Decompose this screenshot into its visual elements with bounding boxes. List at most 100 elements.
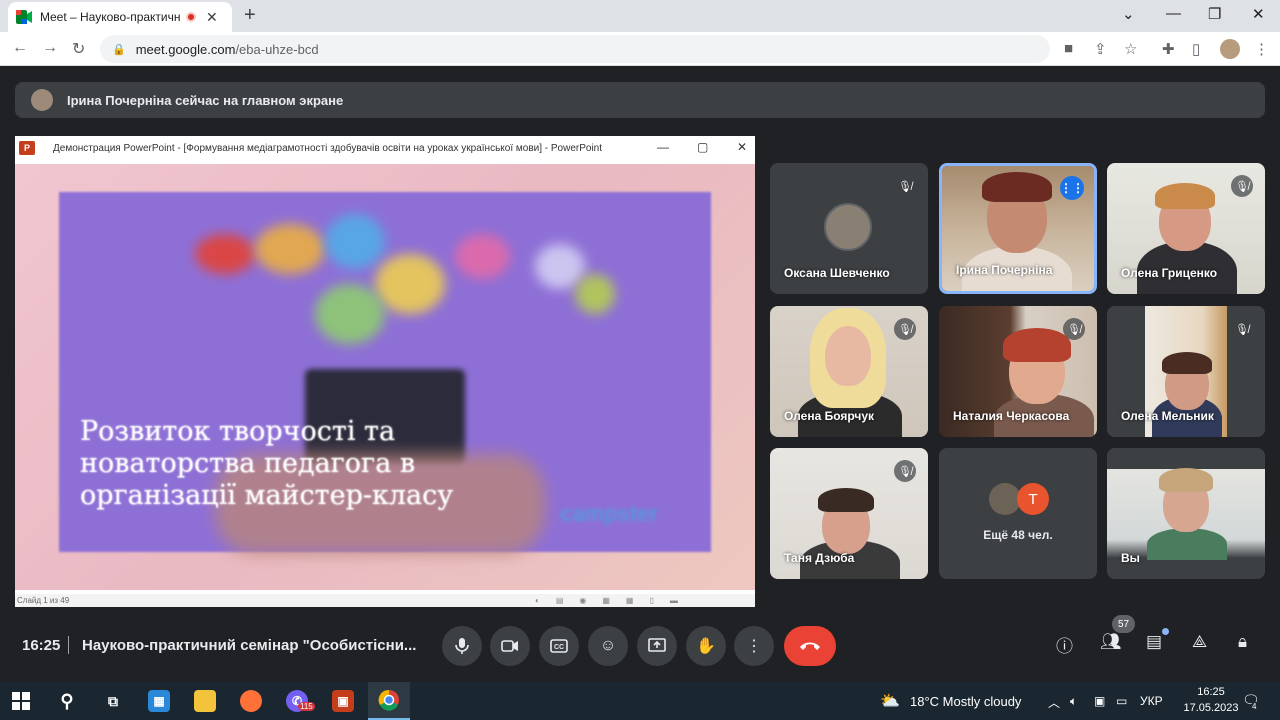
paint-splash (315, 284, 385, 344)
ppt-minimize-icon: — (657, 140, 669, 154)
participant-name: Оксана Шевченко (784, 266, 890, 280)
camera-in-use-icon[interactable]: ■ (1064, 40, 1073, 57)
ppt-close-icon: ✕ (737, 140, 748, 154)
presentation-stream[interactable]: P Демонстрация PowerPoint - [Формування … (15, 136, 755, 607)
more-vert-icon: ⋮ (746, 638, 762, 655)
activities-icon[interactable]: ⟁ (1192, 632, 1207, 652)
battery-icon[interactable]: ▭ (1116, 694, 1127, 708)
meeting-details-icon[interactable]: ⓘ (1056, 632, 1073, 657)
participant-tile[interactable]: 🎙︎̸ Наталия Черкасова (939, 306, 1097, 437)
leave-call-button[interactable] (784, 626, 836, 666)
system-date[interactable]: 17.05.2023 (1178, 702, 1244, 714)
participant-tile[interactable]: 🎙︎̸ Олена Гриценко (1107, 163, 1265, 294)
weather-widget[interactable]: 18°C Mostly cloudy (910, 694, 1021, 709)
participant-name: Вы (1121, 551, 1140, 565)
bookmark-star-icon[interactable]: ☆ (1124, 40, 1137, 58)
chat-icon[interactable]: ▤ (1146, 632, 1162, 652)
participant-tile[interactable]: 🎙︎̸ Олена Боярчук (770, 306, 928, 437)
tab-search-icon[interactable]: ⌄ (1122, 5, 1135, 23)
tray-chevron-icon[interactable]: ︿ (1048, 694, 1060, 711)
paint-splash (575, 274, 615, 314)
participant-avatar: T (1017, 483, 1049, 515)
address-bar[interactable]: 🔒 meet.google.com/eba-uhze-bcd (100, 35, 1050, 63)
windows-taskbar: ⚲ ⧉ ▦ ✆ 115 ▣ (0, 682, 1280, 720)
participant-tile[interactable]: 🎙︎̸ Олена Мельник (1107, 306, 1265, 437)
participant-tile[interactable]: 🎙︎̸ Таня Дзюба (770, 448, 928, 579)
more-options-button[interactable]: ⋮ (734, 626, 774, 666)
network-icon[interactable]: ▣ (1094, 694, 1105, 708)
camera-icon (501, 640, 518, 652)
view-buttons-icon: ◐▤◉▦▦▯▬ (535, 596, 694, 605)
participant-name: Наталия Черкасова (953, 409, 1070, 423)
chrome-taskbar-button[interactable] (368, 682, 410, 720)
window-minimize-button[interactable]: — (1166, 5, 1181, 22)
weather-cloud-icon: ⛅ (880, 693, 900, 710)
paint-splash (375, 254, 445, 314)
more-participants-tile[interactable]: T Ещё 48 чел. (939, 448, 1097, 579)
viber-badge: 115 (298, 702, 315, 711)
mic-off-icon: 🎙︎̸ (894, 175, 916, 197)
camera-button[interactable] (490, 626, 530, 666)
host-controls-icon[interactable]: 🔒︎ (1238, 632, 1247, 652)
slide-brand-logo: campster (560, 501, 658, 526)
ppt-maximize-icon: ▢ (697, 140, 709, 154)
profile-avatar[interactable] (1220, 39, 1240, 59)
participant-hair (818, 488, 874, 512)
powerpoint-taskbar-button[interactable]: ▣ (322, 682, 364, 720)
slide-heading-line: Розвиток творчості та (80, 416, 396, 447)
reactions-button[interactable]: ☺ (588, 626, 628, 666)
url-path: /eba-uhze-bcd (235, 41, 319, 57)
extensions-icon[interactable]: ✚ (1162, 40, 1175, 58)
file-explorer-button[interactable] (184, 682, 226, 720)
task-view-button[interactable]: ⧉ (92, 682, 134, 720)
volume-icon[interactable]: 🔈︎ (1070, 694, 1077, 709)
slide-heading-line: організації майстер-класу (80, 480, 454, 511)
browser-tab-bar: Meet – Науково-практични ✕ + ⌄ — ❐ ✕ (0, 0, 1280, 32)
slide-heading: Розвиток творчості та новаторства педаго… (80, 416, 530, 512)
browser-tab-meet[interactable]: Meet – Науково-практични ✕ (8, 2, 232, 32)
participant-avatar (824, 203, 872, 251)
phone-hangup-icon (800, 642, 820, 650)
folder-icon (194, 690, 216, 712)
back-arrow-icon[interactable]: ← (12, 39, 28, 57)
participant-hair (1155, 183, 1215, 209)
present-screen-button[interactable] (637, 626, 677, 666)
slide-heading-line: новаторства педагога в (80, 448, 416, 479)
notification-center-icon[interactable]: 🗨︎ (1242, 692, 1260, 709)
language-indicator[interactable]: УКР (1140, 694, 1163, 708)
task-view-icon: ⧉ (108, 692, 118, 709)
raise-hand-button[interactable]: ✋ (686, 626, 726, 666)
self-view-tile[interactable]: Вы (1107, 448, 1265, 579)
start-button[interactable] (0, 682, 42, 720)
captions-button[interactable]: CC (539, 626, 579, 666)
browser-toolbar: ← → ↻ 🔒 meet.google.com/eba-uhze-bcd ■ ⇪… (0, 32, 1280, 66)
chrome-menu-icon[interactable]: ⋮ (1254, 40, 1269, 58)
weather-desc: Mostly cloudy (942, 694, 1022, 709)
more-participants-label: Ещё 48 чел. (983, 528, 1053, 542)
share-icon[interactable]: ⇪ (1094, 40, 1107, 58)
reload-icon[interactable]: ↻ (72, 39, 85, 59)
store-app-button[interactable]: ▦ (138, 682, 180, 720)
window-restore-button[interactable]: ❐ (1208, 5, 1221, 23)
firefox-button[interactable] (230, 682, 272, 720)
lock-icon: 🔒 (112, 43, 126, 56)
people-icon[interactable]: 👥︎ (1100, 632, 1122, 652)
meeting-title: Науково-практичний семінар "Особистісни.… (82, 637, 417, 654)
viber-button[interactable]: ✆ 115 (276, 682, 318, 720)
participant-name: Олена Мельник (1121, 409, 1214, 423)
side-panel-icon[interactable]: ▯ (1192, 40, 1200, 58)
mic-off-icon: 🎙︎̸ (894, 460, 916, 482)
participant-hair (1003, 328, 1071, 362)
microphone-button[interactable] (442, 626, 482, 666)
participant-tile-active-speaker[interactable]: ⋮⋮ Ірина Почерніна (939, 163, 1097, 294)
window-close-button[interactable]: ✕ (1252, 5, 1265, 23)
participant-tile[interactable]: 🎙︎̸ Оксана Шевченко (770, 163, 928, 294)
new-tab-button[interactable]: + (244, 4, 256, 27)
mic-off-icon: 🎙︎̸ (1231, 175, 1253, 197)
weather-temp: 18°C (910, 694, 940, 709)
tab-close-icon[interactable]: ✕ (206, 9, 218, 26)
mic-off-icon: 🎙︎̸ (894, 318, 916, 340)
search-button[interactable]: ⚲ (46, 682, 88, 720)
system-time[interactable]: 16:25 (1188, 686, 1234, 698)
forward-arrow-icon[interactable]: → (42, 39, 58, 57)
